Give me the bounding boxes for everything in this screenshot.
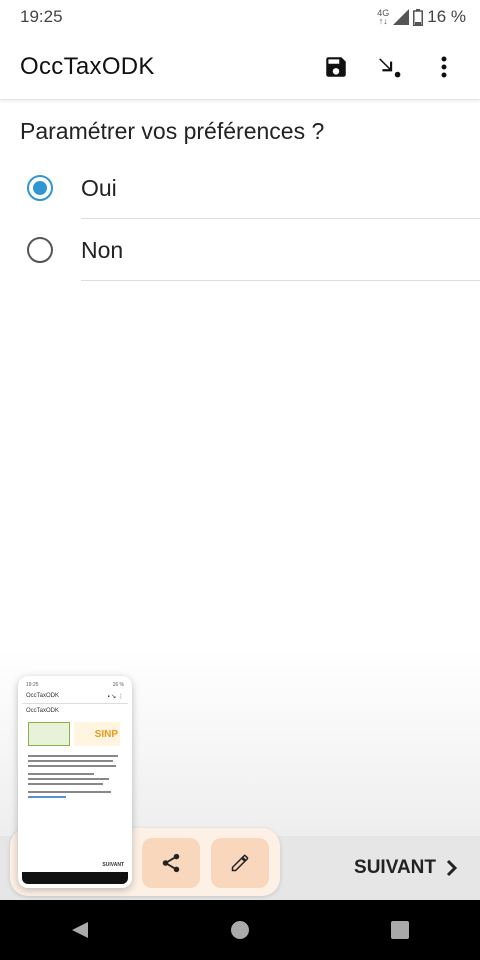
back-icon — [72, 922, 88, 938]
thumbnail-icons: ▪ ↘ ⋮ — [107, 694, 125, 700]
app-bar: OccTaxODK — [0, 34, 480, 100]
option-non[interactable]: Non — [0, 219, 480, 281]
thumbnail-heading: OccTaxODK — [26, 708, 60, 714]
home-icon — [231, 921, 249, 939]
question-label: Paramétrer vos préférences ? — [20, 118, 325, 144]
thumbnail-battery: 16 % — [112, 682, 124, 688]
share-icon — [162, 853, 180, 873]
status-icons: 4G ↑↓ 16 % — [377, 7, 466, 27]
thumbnail-next-label: SUIVANT — [102, 862, 124, 868]
status-bar: 19:25 4G ↑↓ 16 % — [0, 0, 480, 34]
thumbnail-text-lines — [22, 750, 128, 803]
option-label: Non — [81, 236, 124, 263]
more-options-button[interactable] — [428, 51, 460, 83]
app-actions — [320, 51, 460, 83]
option-label: Oui — [81, 174, 117, 201]
thumbnail-content: 19:25 16 % OccTaxODK ▪ ↘ ⋮ OccTaxODK SIN… — [22, 680, 128, 884]
thumbnail-time: 19:25 — [26, 682, 39, 688]
edit-icon — [231, 854, 249, 872]
save-icon — [326, 56, 346, 77]
next-button[interactable]: SUIVANT — [354, 857, 458, 879]
radio-button-checked[interactable] — [27, 175, 53, 201]
data-arrows-icon: ↑↓ — [378, 16, 388, 26]
sinp-logo-image: SINP — [74, 722, 120, 746]
recents-icon — [391, 921, 409, 939]
edit-button[interactable] — [211, 838, 269, 888]
next-label: SUIVANT — [354, 857, 436, 878]
status-time: 19:25 — [20, 7, 63, 26]
jump-button[interactable] — [374, 51, 406, 83]
thumbnail-title: OccTaxODK — [26, 693, 60, 699]
jump-icon — [379, 57, 401, 77]
chevron-right-icon — [446, 859, 458, 877]
more-vert-icon — [441, 56, 447, 77]
battery-icon — [413, 8, 424, 26]
network-indicator: 4G ↑↓ — [377, 9, 389, 26]
app-title: OccTaxODK — [20, 52, 155, 80]
system-navigation-bar — [0, 900, 480, 960]
thumbnail-status-bar: 19:25 16 % — [22, 680, 128, 690]
screenshot-thumbnail[interactable]: 19:25 16 % OccTaxODK ▪ ↘ ⋮ OccTaxODK SIN… — [18, 676, 132, 888]
thumbnail-nav-bar — [22, 872, 128, 884]
battery-level: 16 % — [427, 7, 466, 26]
signal-icon — [393, 9, 410, 25]
share-button[interactable] — [142, 838, 200, 888]
divider — [81, 280, 480, 281]
recents-button[interactable] — [370, 910, 430, 950]
home-button[interactable] — [210, 910, 270, 950]
option-oui[interactable]: Oui — [0, 157, 480, 219]
thumbnail-logos: SINP — [22, 718, 128, 750]
save-button[interactable] — [320, 51, 352, 83]
thumbnail-app-bar: OccTaxODK ▪ ↘ ⋮ — [22, 690, 128, 704]
radio-button-unchecked[interactable] — [27, 237, 53, 263]
back-button[interactable] — [50, 910, 110, 950]
conservatoire-logo-image — [28, 722, 70, 746]
